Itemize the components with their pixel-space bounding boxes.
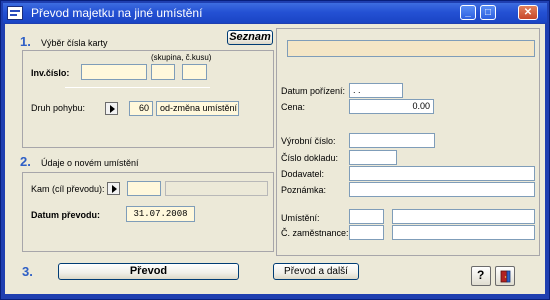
dodavatel-label: Dodavatel:: [281, 169, 325, 179]
skupina-input[interactable]: [151, 64, 175, 80]
druh-pohybu-picker-button[interactable]: [105, 102, 118, 115]
seznam-button[interactable]: Seznam: [227, 30, 273, 45]
prevod-a-dalsi-button[interactable]: Převod a další: [273, 263, 359, 280]
maximize-button[interactable]: □: [480, 5, 496, 20]
section-1-label: Výběr čísla karty: [41, 38, 108, 48]
vyrobni-cislo-label: Výrobní číslo:: [281, 136, 336, 146]
zamestnance-code-field: [349, 225, 384, 240]
exit-door-icon: [500, 270, 511, 283]
close-button[interactable]: ✕: [518, 5, 538, 20]
question-mark-icon: ?: [477, 268, 485, 282]
dialog-body: 1. Výběr čísla karty Seznam (skupina, č.…: [5, 24, 545, 294]
datum-porizeni-label: Datum pořízení:: [281, 86, 346, 96]
cislo-dokladu-field: [349, 150, 397, 165]
datum-prevodu-input[interactable]: 31.07.2008: [126, 206, 195, 222]
kam-code-input[interactable]: [127, 181, 161, 196]
section-1-number: 1.: [20, 34, 31, 49]
cena-field: 0.00: [349, 99, 434, 114]
help-button[interactable]: ?: [471, 266, 491, 286]
vyrobni-cislo-field: [349, 133, 435, 148]
exit-button[interactable]: [495, 266, 515, 286]
poznamka-field: [349, 182, 535, 197]
prevod-button[interactable]: Převod: [58, 263, 239, 280]
inv-cislo-input[interactable]: [81, 64, 147, 80]
zamestnance-label: Č. zaměstnance:: [281, 228, 349, 238]
section-2-number: 2.: [20, 154, 31, 169]
datum-prevodu-label: Datum převodu:: [31, 210, 101, 220]
cena-label: Cena:: [281, 102, 306, 112]
druh-pohybu-text: od-změna umístění: [156, 101, 239, 116]
card-selection-group: [22, 50, 274, 148]
umisteni-label: Umístění:: [281, 213, 320, 223]
section-2-label: Údaje o novém umístění: [41, 158, 139, 168]
poznamka-label: Poznámka:: [281, 185, 327, 195]
kam-label: Kam (cíl převodu):: [31, 184, 105, 194]
kus-input[interactable]: [182, 64, 207, 80]
section-3-number: 3.: [22, 264, 33, 279]
druh-pohybu-label: Druh pohybu:: [31, 103, 86, 113]
app-window: Převod majetku na jiné umístění _ □ ✕ 1.…: [0, 0, 550, 300]
kam-name-field: [165, 181, 268, 196]
asset-name-field: [287, 40, 535, 57]
group-hint: (skupina, č.kusu): [151, 53, 212, 62]
app-icon: [7, 6, 23, 20]
inv-cislo-label: Inv.číslo:: [31, 68, 70, 78]
druh-pohybu-code[interactable]: 60: [129, 101, 153, 116]
cislo-dokladu-label: Číslo dokladu:: [281, 153, 339, 163]
umisteni-name-field: [392, 209, 535, 224]
kam-picker-button[interactable]: [107, 182, 120, 195]
datum-porizeni-field: . .: [349, 83, 403, 98]
minimize-button[interactable]: _: [460, 5, 476, 20]
window-title: Převod majetku na jiné umístění: [31, 6, 203, 20]
divider: [65, 87, 210, 88]
dodavatel-field: [349, 166, 535, 181]
umisteni-code-field: [349, 209, 384, 224]
title-bar[interactable]: Převod majetku na jiné umístění _ □ ✕: [3, 3, 547, 23]
zamestnance-name-field: [392, 225, 535, 240]
